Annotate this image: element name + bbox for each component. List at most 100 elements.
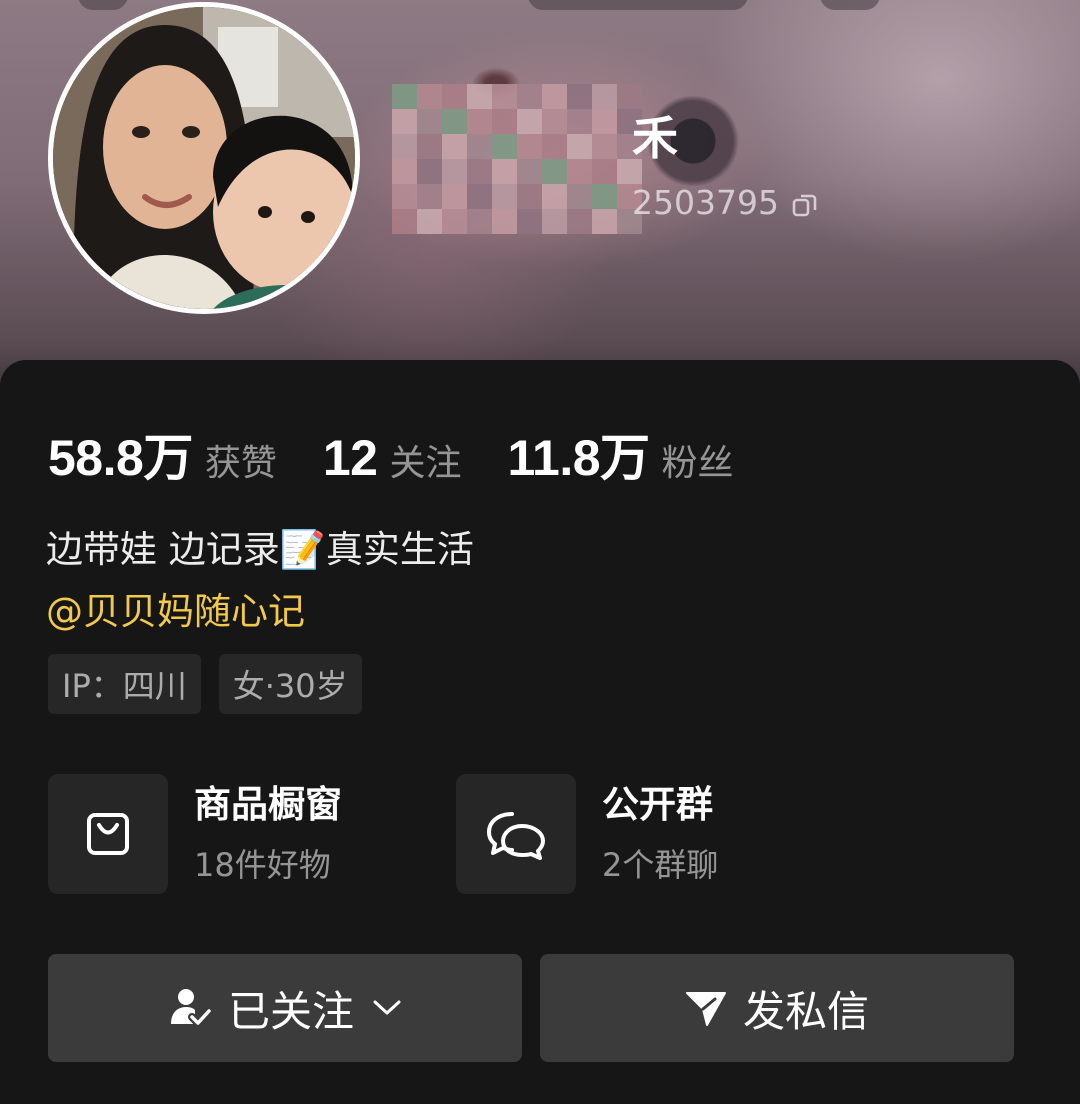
stat-followers[interactable]: 11.8万 粉丝: [507, 418, 733, 490]
mosaic-cell: [442, 209, 467, 234]
stat-value: 12: [322, 430, 378, 486]
send-message-button[interactable]: 发私信: [540, 954, 1014, 1062]
mosaic-cell: [592, 209, 617, 234]
mosaic-cell: [392, 159, 417, 184]
mosaic-cell: [492, 109, 517, 134]
stats-row: 58.8万 获赞 12 关注 11.8万 粉丝: [48, 418, 780, 486]
mosaic-cell: [417, 134, 442, 159]
public-group-entry[interactable]: 公开群 2个群聊: [456, 774, 718, 894]
mosaic-cell: [417, 184, 442, 209]
mosaic-cell: [542, 109, 567, 134]
mosaic-cell: [492, 209, 517, 234]
name-mosaic-blur: [392, 84, 642, 234]
copy-icon[interactable]: [791, 188, 819, 217]
mosaic-cell: [542, 159, 567, 184]
shop-icon-box: [48, 774, 168, 894]
mosaic-cell: [567, 184, 592, 209]
mosaic-cell: [542, 184, 567, 209]
stat-value: 58.8万: [48, 430, 193, 486]
mosaic-cell: [417, 209, 442, 234]
mosaic-cell: [417, 84, 442, 109]
shop-entry-title: 商品橱窗: [194, 783, 342, 826]
shop-window-entry[interactable]: 商品橱窗 18件好物: [48, 774, 342, 894]
mosaic-cell: [467, 134, 492, 159]
mosaic-cell: [442, 109, 467, 134]
mosaic-cell: [417, 109, 442, 134]
followed-button-label: 已关注: [227, 986, 354, 1036]
mosaic-cell: [617, 84, 642, 109]
mosaic-cell: [392, 109, 417, 134]
back-button[interactable]: [78, 0, 128, 10]
mosaic-cell: [517, 109, 542, 134]
shop-entry-text: 商品橱窗 18件好物: [194, 781, 342, 887]
profile-bio: 边带娃 边记录📝真实生活: [46, 528, 474, 571]
shop-entry-subtitle: 18件好物: [194, 846, 331, 884]
mosaic-cell: [392, 184, 417, 209]
action-buttons: 已关注 发私信: [48, 954, 1014, 1062]
stat-following[interactable]: 12 关注: [323, 429, 462, 487]
mosaic-cell: [517, 184, 542, 209]
mosaic-cell: [467, 209, 492, 234]
group-entry-title: 公开群: [602, 783, 713, 826]
mosaic-cell: [592, 109, 617, 134]
stat-label: 粉丝: [661, 443, 734, 484]
followed-button[interactable]: 已关注: [48, 954, 522, 1062]
send-message-label: 发私信: [742, 986, 869, 1036]
mosaic-cell: [467, 184, 492, 209]
bio-mention-link[interactable]: @贝贝妈随心记: [46, 586, 305, 638]
mosaic-cell: [492, 159, 517, 184]
mosaic-cell: [492, 184, 517, 209]
mosaic-cell: [442, 159, 467, 184]
mosaic-cell: [567, 109, 592, 134]
mosaic-cell: [392, 209, 417, 234]
send-icon: [685, 987, 727, 1029]
mosaic-cell: [467, 84, 492, 109]
mosaic-cell: [467, 159, 492, 184]
profile-name: 禾: [632, 111, 678, 165]
mosaic-cell: [442, 84, 467, 109]
profile-id: 2503795: [632, 182, 779, 222]
mosaic-cell: [567, 134, 592, 159]
mosaic-cell: [592, 159, 617, 184]
mosaic-cell: [567, 84, 592, 109]
stat-label: 关注: [389, 443, 462, 484]
mosaic-cell: [417, 159, 442, 184]
mosaic-cell: [467, 109, 492, 134]
mosaic-cell: [517, 159, 542, 184]
group-entry-subtitle: 2个群聊: [602, 846, 719, 884]
stat-likes[interactable]: 58.8万 获赞: [48, 418, 277, 490]
profile-id-row: 2503795: [632, 180, 819, 224]
mosaic-cell: [592, 134, 617, 159]
mosaic-cell: [442, 134, 467, 159]
group-entry-text: 公开群 2个群聊: [602, 781, 718, 887]
gender-age-tag: 女·30岁: [218, 654, 362, 714]
chevron-down-icon: [372, 998, 402, 1018]
profile-page: 禾 2503795 58.8万 获赞 12 关注 11.8万 粉丝 边带娃 边记…: [0, 0, 1080, 1104]
feature-entries: 商品橱窗 18件好物 公开群 2个群聊: [48, 774, 1032, 894]
shopping-bag-icon: [87, 813, 129, 855]
ip-location-tag: IP：四川: [48, 654, 201, 714]
mosaic-cell: [492, 134, 517, 159]
user-check-icon: [168, 986, 212, 1030]
mosaic-cell: [392, 134, 417, 159]
stat-value: 11.8万: [507, 430, 650, 486]
group-icon-box: [456, 774, 576, 894]
mosaic-cell: [542, 84, 567, 109]
chat-bubbles-icon: [487, 812, 545, 860]
mosaic-cell: [517, 84, 542, 109]
mosaic-cell: [592, 84, 617, 109]
profile-tags: IP：四川 女·30岁: [48, 654, 362, 714]
mosaic-cell: [567, 209, 592, 234]
mosaic-cell: [517, 209, 542, 234]
mosaic-cell: [542, 209, 567, 234]
mosaic-cell: [567, 159, 592, 184]
stat-label: 获赞: [204, 443, 277, 484]
more-button[interactable]: [820, 0, 880, 10]
avatar[interactable]: [48, 2, 360, 314]
search-bar[interactable]: [528, 0, 748, 10]
mosaic-cell: [542, 134, 567, 159]
profile-info-card: 58.8万 获赞 12 关注 11.8万 粉丝 边带娃 边记录📝真实生活 @贝贝…: [0, 360, 1080, 1104]
mosaic-cell: [592, 184, 617, 209]
mosaic-cell: [392, 84, 417, 109]
mosaic-cell: [517, 134, 542, 159]
